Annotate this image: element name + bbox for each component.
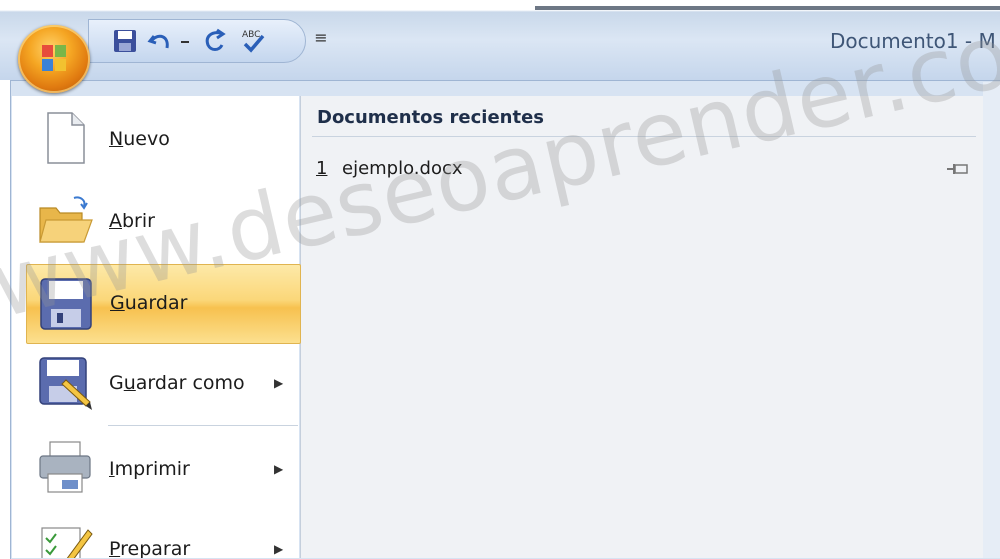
customize-toolbar-button[interactable]: ≡ (312, 24, 330, 52)
menu-item-save-as[interactable]: Guardar como ▶ (22, 344, 299, 424)
menu-item-label: Guardar como (109, 372, 245, 394)
recent-item-number: 1 (316, 158, 328, 179)
submenu-arrow-icon: ▶ (274, 376, 284, 390)
recent-header-divider (312, 136, 976, 137)
prepare-icon (41, 527, 93, 558)
menu-item-print[interactable]: Imprimir ▶ (22, 430, 299, 510)
submenu-arrow-icon: ▶ (274, 542, 284, 556)
menu-item-label: Preparar (109, 538, 191, 558)
recent-item-name: ejemplo.docx (342, 158, 463, 179)
window-title: Documento1 - M (830, 29, 996, 53)
printer-icon (39, 441, 91, 493)
quick-access-toolbar: ABC (88, 19, 306, 63)
office-logo-icon (42, 45, 66, 71)
undo-dropdown-icon[interactable] (177, 27, 193, 55)
menu-item-label: Guardar (110, 292, 188, 314)
save-as-icon (39, 357, 92, 410)
open-folder-icon (39, 196, 93, 243)
pin-icon[interactable] (946, 160, 970, 178)
menu-separator (108, 425, 298, 426)
undo-icon[interactable] (147, 27, 175, 55)
menu-item-label: Abrir (109, 210, 155, 232)
menu-item-label: Nuevo (109, 128, 170, 150)
menu-item-prepare[interactable]: Preparar ▶ (22, 510, 299, 558)
save-icon (40, 278, 92, 330)
spelling-icon[interactable]: ABC (239, 27, 267, 55)
redo-icon[interactable] (201, 27, 229, 55)
new-document-icon (47, 112, 85, 164)
recent-document-item[interactable]: 1 ejemplo.docx (312, 152, 976, 188)
menu-item-save[interactable]: Guardar (26, 264, 301, 344)
menu-item-label: Imprimir (109, 458, 190, 480)
menu-item-new[interactable]: Nuevo (22, 101, 299, 181)
menu-item-open[interactable]: Abrir (22, 182, 299, 262)
window-edge (535, 6, 1000, 10)
save-icon[interactable] (111, 27, 139, 55)
svg-text:ABC: ABC (242, 30, 260, 40)
office-button[interactable] (18, 25, 90, 93)
menu-side-strip (983, 82, 1000, 558)
submenu-arrow-icon: ▶ (274, 462, 284, 476)
recent-documents-header: Documentos recientes (317, 107, 544, 128)
